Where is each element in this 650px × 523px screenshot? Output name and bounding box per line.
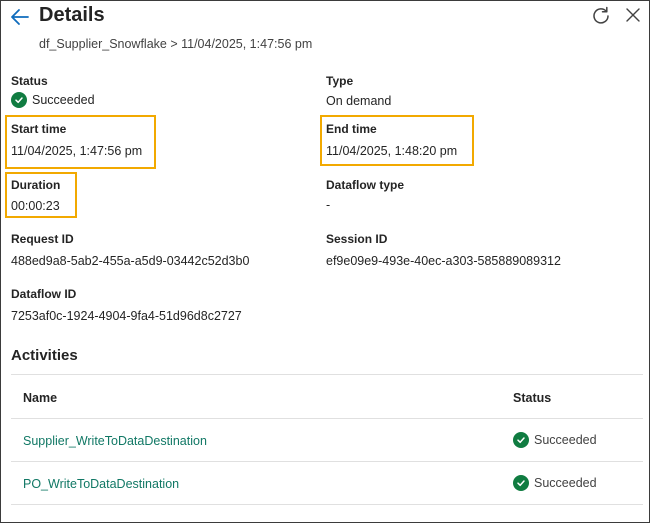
activities-title: Activities: [11, 347, 78, 364]
status-label: Status: [11, 74, 48, 88]
dataflow-type-value: -: [326, 198, 331, 212]
check-circle-icon: [513, 432, 529, 448]
start-time-value: 11/04/2025, 1:47:56 pm: [11, 144, 143, 158]
dataflow-type-label: Dataflow type: [326, 178, 405, 192]
close-icon: [626, 8, 640, 22]
activity-status: Succeeded: [513, 432, 597, 448]
page-title: Details: [39, 4, 105, 26]
check-circle-icon: [11, 92, 27, 108]
table-row: PO_WriteToDataDestination Succeeded: [11, 462, 643, 505]
request-id-value: 488ed9a8-5ab2-455a-a5d9-03442c52d3b0: [11, 254, 250, 268]
end-time-value: 11/04/2025, 1:48:20 pm: [326, 144, 458, 158]
status-text: Succeeded: [32, 93, 95, 107]
dataflow-id-label: Dataflow ID: [11, 287, 77, 301]
table-header-row: Name Status: [11, 375, 643, 419]
dataflow-id-value: 7253af0c-1924-4904-9fa4-51d96d8c2727: [11, 309, 242, 323]
details-panel: Details df_Supplier_Snowflake > 11/04/20…: [0, 0, 650, 523]
activity-link[interactable]: Supplier_WriteToDataDestination: [23, 434, 207, 448]
refresh-button[interactable]: [591, 6, 611, 26]
column-header-status[interactable]: Status: [513, 391, 551, 405]
close-button[interactable]: [625, 7, 641, 23]
request-id-label: Request ID: [11, 232, 74, 246]
type-label: Type: [326, 74, 354, 88]
status-value: Succeeded: [11, 92, 95, 108]
column-header-name[interactable]: Name: [23, 391, 57, 405]
session-id-value: ef9e09e9-493e-40ec-a303-585889089312: [326, 254, 561, 268]
activity-status-text: Succeeded: [534, 476, 597, 490]
session-id-label: Session ID: [326, 232, 388, 246]
start-time-label: Start time: [11, 122, 67, 136]
back-button[interactable]: [9, 6, 31, 28]
duration-label: Duration: [11, 178, 61, 192]
activity-link[interactable]: PO_WriteToDataDestination: [23, 477, 179, 491]
check-circle-icon: [513, 475, 529, 491]
refresh-icon: [593, 6, 609, 24]
activities-table: Name Status Supplier_WriteToDataDestinat…: [11, 374, 643, 505]
activity-status-text: Succeeded: [534, 433, 597, 447]
end-time-label: End time: [326, 122, 377, 136]
type-value: On demand: [326, 94, 392, 108]
activity-status: Succeeded: [513, 475, 597, 491]
duration-value: 00:00:23: [11, 199, 60, 213]
table-row: Supplier_WriteToDataDestination Succeede…: [11, 419, 643, 462]
breadcrumb: df_Supplier_Snowflake > 11/04/2025, 1:47…: [39, 37, 313, 51]
arrow-left-icon: [11, 9, 29, 25]
